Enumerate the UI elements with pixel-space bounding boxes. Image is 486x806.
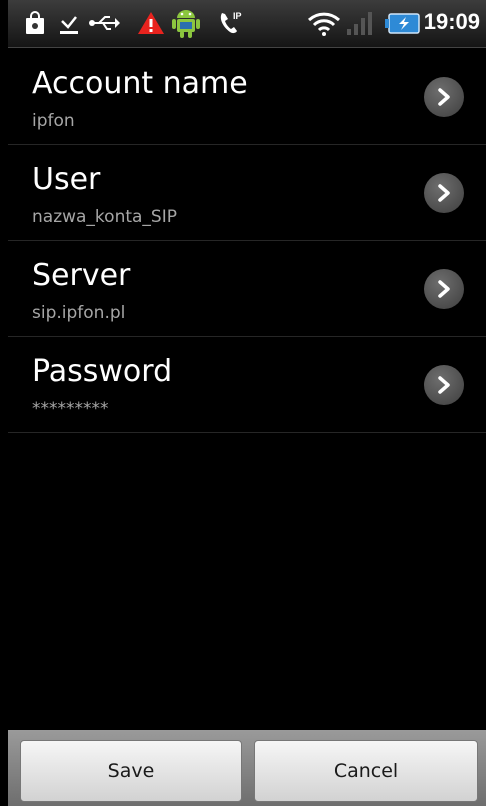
bottom-button-bar: Save Cancel: [8, 730, 486, 806]
setting-title: Server: [32, 258, 131, 293]
signal-icon: [344, 10, 376, 36]
shopping-bag-icon: [22, 10, 48, 36]
setting-title: User: [32, 162, 101, 197]
wifi-icon: [306, 10, 342, 36]
setting-password[interactable]: Password *********: [8, 337, 486, 433]
sip-call-icon: IP: [218, 10, 246, 36]
setting-value: sip.ipfon.pl: [32, 303, 126, 323]
save-button[interactable]: Save: [20, 740, 242, 802]
cancel-button[interactable]: Cancel: [254, 740, 478, 802]
setting-value: ipfon: [32, 111, 75, 131]
download-icon: [56, 10, 82, 36]
status-bar[interactable]: IP 19:09: [8, 0, 486, 48]
android-icon: [170, 6, 202, 40]
setting-value: nazwa_konta_SIP: [32, 207, 177, 227]
setting-title: Account name: [32, 66, 248, 101]
battery-icon: [384, 10, 422, 36]
setting-account-name[interactable]: Account name ipfon: [8, 49, 486, 145]
usb-icon: [88, 10, 122, 36]
sip-badge-text: IP: [233, 11, 242, 21]
setting-title: Password: [32, 354, 173, 389]
status-time: 19:09: [423, 9, 480, 34]
settings-list: Account name ipfon User nazwa_konta_SIP …: [8, 49, 486, 433]
chevron-right-icon[interactable]: [424, 173, 464, 213]
chevron-right-icon[interactable]: [424, 365, 464, 405]
setting-value: *********: [32, 399, 109, 419]
chevron-right-icon[interactable]: [424, 269, 464, 309]
setting-server[interactable]: Server sip.ipfon.pl: [8, 241, 486, 337]
chevron-right-icon[interactable]: [424, 77, 464, 117]
warning-icon: [136, 10, 166, 36]
setting-user[interactable]: User nazwa_konta_SIP: [8, 145, 486, 241]
